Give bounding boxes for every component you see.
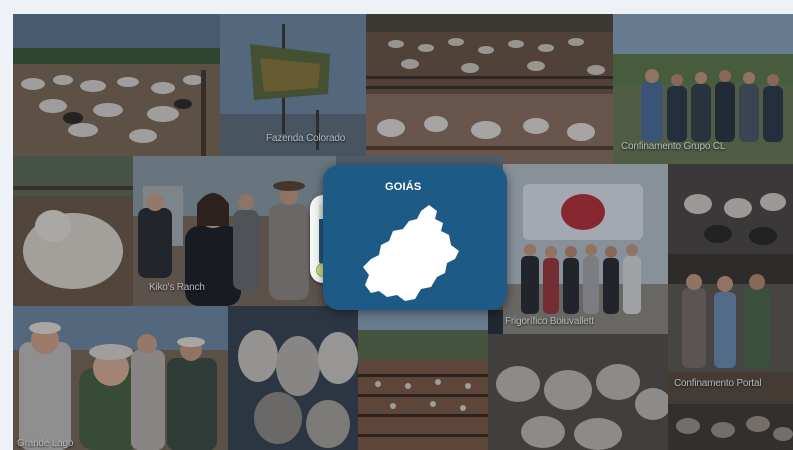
goias-card: GOIÁS bbox=[323, 165, 507, 310]
goias-state-map-icon bbox=[363, 205, 459, 301]
card-title: GOIÁS bbox=[385, 181, 422, 193]
